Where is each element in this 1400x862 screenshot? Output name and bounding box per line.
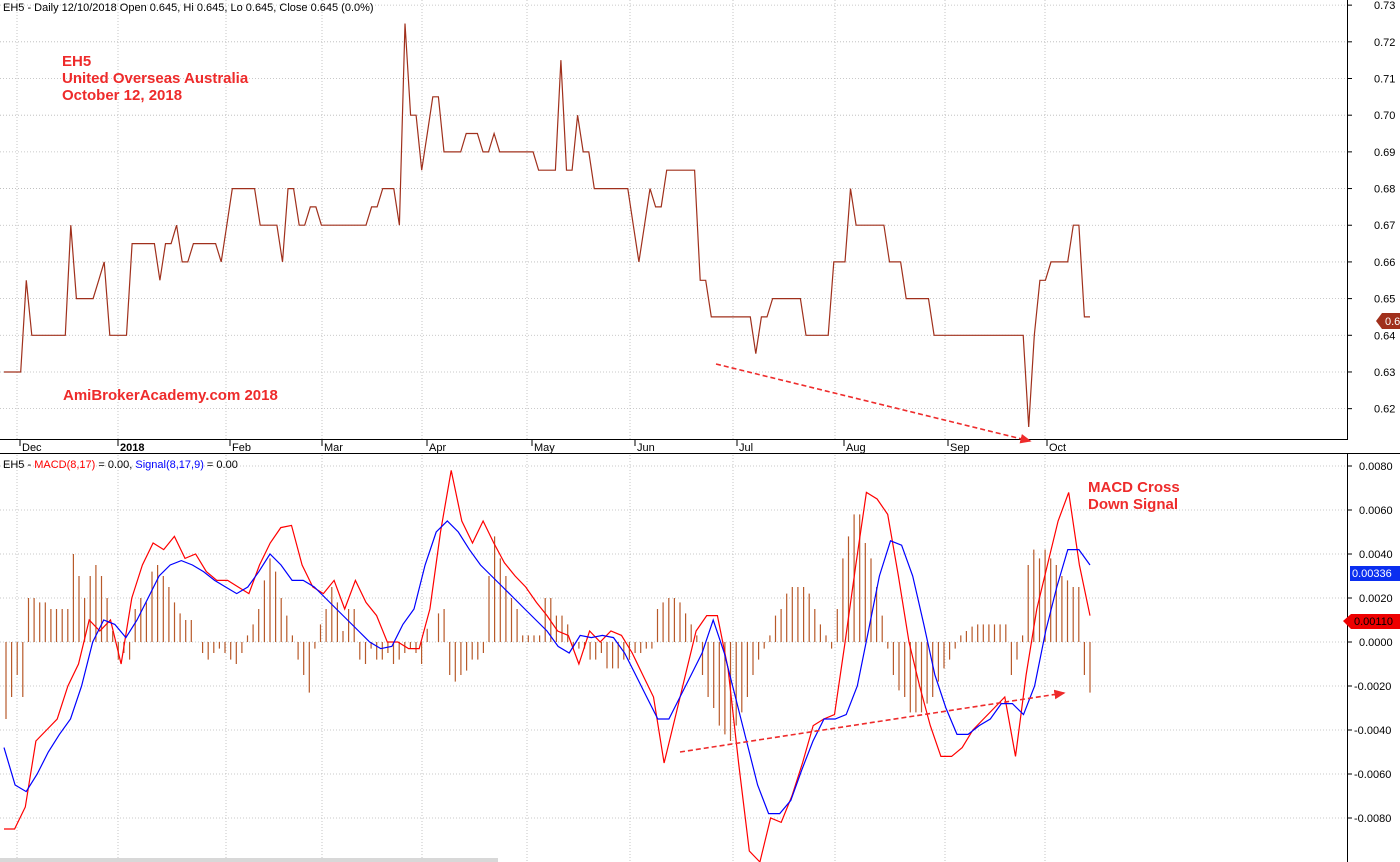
price-y-tick-label: 0.68 — [1374, 184, 1395, 196]
signal-value-label: 0.00110 — [1354, 616, 1393, 628]
x-axis-label: 2018 — [120, 442, 144, 454]
x-axis-label: Oct — [1049, 442, 1066, 454]
macd-y-tick-label: -0.0040 — [1354, 725, 1391, 737]
macd-y-tick-label: 0.0060 — [1359, 505, 1393, 517]
x-axis-label: Feb — [232, 442, 251, 454]
chart-canvas: EH5 - Daily 12/10/2018 Open 0.645, Hi 0.… — [0, 0, 1400, 862]
price-last-value-tag: 0.645 — [1376, 313, 1400, 329]
macd-y-axis: -0.0080 -0.0060 -0.0040 -0.0020 0.0000 0.0020… — [1347, 461, 1393, 825]
macd-header-macd-value: = 0.00, — [95, 459, 135, 471]
price-y-tick-label: 0.65 — [1374, 294, 1395, 306]
price-y-tick-label: 0.70 — [1374, 110, 1395, 122]
price-last-value-label: 0.645 — [1385, 316, 1400, 328]
signal-value-tag: 0.00110 — [1343, 614, 1400, 629]
annotation-company: United Overseas Australia — [62, 70, 249, 87]
price-y-tick-label: 0.62 — [1374, 404, 1395, 416]
macd-y-tick-label: -0.0080 — [1354, 813, 1391, 825]
price-y-tick-label: 0.69 — [1374, 147, 1395, 159]
macd-header-signal: Signal(8,17,9) — [135, 459, 204, 471]
price-pane-frame — [0, 0, 1348, 440]
macd-y-tick-label: -0.0060 — [1354, 769, 1391, 781]
macd-grid — [0, 455, 1347, 862]
macd-y-tick-label: 0.0040 — [1359, 549, 1393, 561]
macd-histogram — [5, 514, 1091, 741]
price-y-tick-label: 0.73 — [1374, 0, 1395, 12]
macd-annotation-line1: MACD Cross — [1088, 479, 1180, 496]
price-y-tick-label: 0.67 — [1374, 220, 1395, 232]
price-y-tick-label: 0.63 — [1374, 367, 1395, 379]
x-axis-label: Mar — [324, 442, 343, 454]
x-axis-label: Apr — [429, 442, 446, 454]
macd-annotation-line2: Down Signal — [1088, 496, 1178, 513]
x-axis-label: Sep — [950, 442, 970, 454]
macd-value-label: 0.00336 — [1352, 568, 1392, 580]
x-axis-label: Jul — [739, 442, 753, 454]
x-axis: Dec 2018 Feb Mar Apr May Jun Jul Aug Sep Oct — [19, 439, 1066, 454]
price-y-tick-label: 0.66 — [1374, 257, 1395, 269]
price-y-tick-label: 0.71 — [1374, 74, 1395, 86]
macd-y-tick-label: 0.0000 — [1359, 637, 1393, 649]
price-y-tick-label: 0.72 — [1374, 37, 1395, 49]
macd-header-macd: MACD(8,17) — [34, 459, 95, 471]
x-axis-label: Aug — [846, 442, 866, 454]
annotation-ticker: EH5 — [62, 53, 91, 70]
macd-header-signal-value: = 0.00 — [204, 459, 238, 471]
price-y-tick-label: 0.64 — [1374, 330, 1395, 342]
macd-y-tick-label: 0.0080 — [1359, 461, 1393, 473]
macd-trend-arrow — [679, 689, 1066, 753]
macd-y-tick-label: 0.0020 — [1359, 593, 1393, 605]
macd-header-ticker: EH5 - — [3, 459, 34, 471]
price-y-axis: 0.62 0.63 0.64 0.65 0.66 0.67 0.68 0.69 0.70 0.71… — [1347, 0, 1395, 416]
x-axis-label: May — [534, 442, 555, 454]
annotation-date: October 12, 2018 — [62, 87, 182, 104]
annotation-watermark: AmiBrokerAcademy.com 2018 — [63, 387, 278, 404]
x-axis-label: Dec — [22, 442, 42, 454]
chart-root: EH5 - Daily 12/10/2018 Open 0.645, Hi 0.… — [0, 0, 1400, 862]
macd-header: EH5 - MACD(8,17) = 0.00, Signal(8,17,9) … — [3, 459, 238, 471]
macd-y-tick-label: -0.0020 — [1354, 681, 1391, 693]
macd-value-tag: 0.00336 — [1350, 566, 1400, 581]
price-header: EH5 - Daily 12/10/2018 Open 0.645, Hi 0.… — [3, 2, 374, 14]
x-axis-label: Jun — [637, 442, 655, 454]
horizontal-scrollbar[interactable] — [0, 858, 498, 862]
